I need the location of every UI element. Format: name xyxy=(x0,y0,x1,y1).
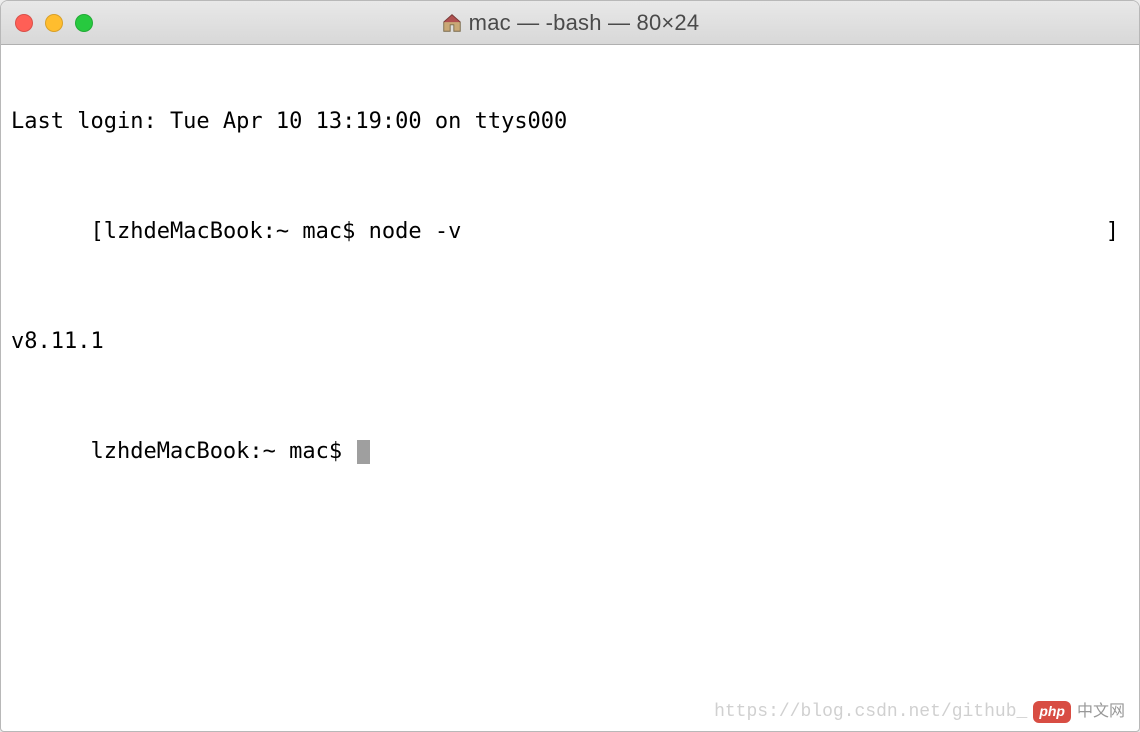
window-title-container: mac — -bash — 80×24 xyxy=(1,10,1139,36)
watermark-url: https://blog.csdn.net/github_ xyxy=(714,701,1027,724)
minimize-button[interactable] xyxy=(45,14,63,32)
terminal-line-output: v8.11.1 xyxy=(11,328,1129,356)
terminal-content[interactable]: Last login: Tue Apr 10 13:19:00 on ttys0… xyxy=(1,45,1139,731)
terminal-line-lastlogin: Last login: Tue Apr 10 13:19:00 on ttys0… xyxy=(11,108,1129,136)
watermark-cn: 中文网 xyxy=(1077,702,1125,722)
cursor xyxy=(357,440,370,464)
prompt-text: lzhdeMacBook:~ mac$ xyxy=(90,439,355,464)
watermark-badge: php xyxy=(1033,701,1071,723)
watermark: https://blog.csdn.net/github_ php 中文网 xyxy=(714,701,1125,724)
zoom-button[interactable] xyxy=(75,14,93,32)
prompt-text: lzhdeMacBook:~ mac$ xyxy=(104,219,369,244)
home-icon xyxy=(441,12,463,34)
terminal-line-prompt: lzhdeMacBook:~ mac$ xyxy=(11,411,1129,494)
bracket-close: ] xyxy=(1106,218,1119,246)
bracket-open: [ xyxy=(90,219,103,244)
terminal-line-command: [lzhdeMacBook:~ mac$ node -v] xyxy=(11,191,1129,274)
close-button[interactable] xyxy=(15,14,33,32)
terminal-window: mac — -bash — 80×24 Last login: Tue Apr … xyxy=(0,0,1140,732)
window-title: mac — -bash — 80×24 xyxy=(469,10,700,36)
titlebar[interactable]: mac — -bash — 80×24 xyxy=(1,1,1139,45)
traffic-lights xyxy=(15,14,93,32)
command-text: node -v xyxy=(369,219,462,244)
